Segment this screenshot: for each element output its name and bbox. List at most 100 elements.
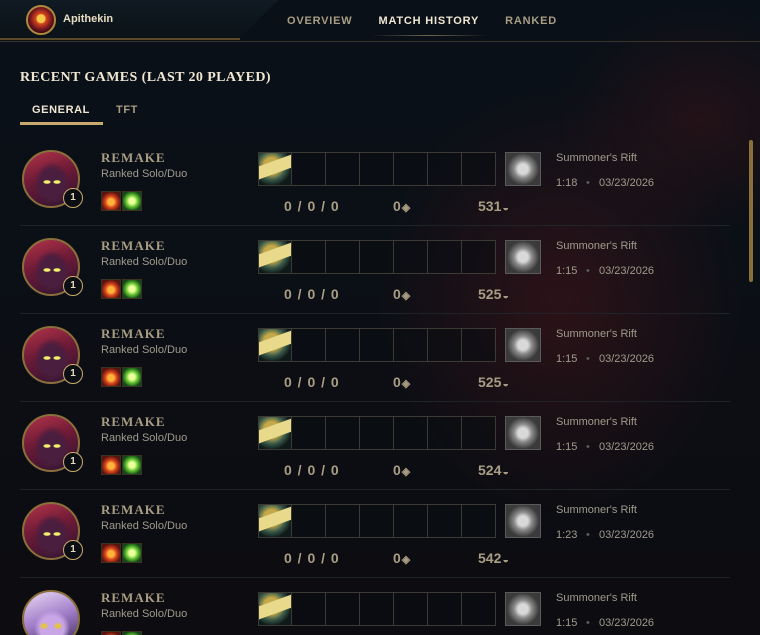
- item-slot[interactable]: [360, 152, 394, 186]
- champion-portrait[interactable]: [22, 590, 80, 635]
- item-slot[interactable]: [326, 240, 360, 274]
- player-icon[interactable]: [26, 5, 56, 35]
- item-slot[interactable]: [428, 152, 462, 186]
- item-slot[interactable]: [326, 328, 360, 362]
- item-slot[interactable]: [360, 328, 394, 362]
- ward-icon[interactable]: [505, 416, 541, 450]
- item-slot[interactable]: [326, 152, 360, 186]
- scrollbar-thumb[interactable]: [749, 140, 753, 282]
- gold-icon: ◒: [502, 554, 510, 566]
- summoner-spells: [101, 455, 142, 475]
- match-row[interactable]: 1 REMAKE Ranked Solo/Duo 0 / 0 / 0 0◈ 52…: [20, 226, 730, 314]
- subtab-tft[interactable]: TFT: [116, 104, 138, 116]
- cs-count: 0◈: [393, 374, 410, 390]
- item-slot[interactable]: [394, 328, 428, 362]
- item-slot[interactable]: [462, 592, 496, 626]
- map-name: Summoner's Rift: [556, 416, 637, 428]
- cs-value: 0: [393, 374, 401, 390]
- flash-icon[interactable]: [122, 455, 142, 475]
- profile-nav: OVERVIEW MATCH HISTORY RANKED: [287, 15, 583, 36]
- match-duration: 1:23: [556, 529, 578, 541]
- match-row[interactable]: REMAKE Ranked Solo/Duo Summoner's Rift 1…: [20, 578, 730, 635]
- flash-icon[interactable]: [122, 279, 142, 299]
- ward-icon[interactable]: [505, 504, 541, 538]
- queue-type: Ranked Solo/Duo: [101, 520, 188, 532]
- match-row[interactable]: 1 REMAKE Ranked Solo/Duo 0 / 0 / 0 0◈ 52…: [20, 314, 730, 402]
- summoner-spells: [101, 367, 142, 387]
- ignite-icon[interactable]: [101, 367, 121, 387]
- item-slot[interactable]: [292, 592, 326, 626]
- queue-type: Ranked Solo/Duo: [101, 256, 188, 268]
- map-name: Summoner's Rift: [556, 152, 637, 164]
- support-item-icon[interactable]: [258, 328, 292, 362]
- flash-icon[interactable]: [122, 543, 142, 563]
- kda-text: 0 / 0 / 0: [284, 550, 340, 566]
- match-row[interactable]: 1 REMAKE Ranked Solo/Duo 0 / 0 / 0 0◈ 52…: [20, 402, 730, 490]
- support-item-icon[interactable]: [258, 240, 292, 274]
- item-slot[interactable]: [428, 592, 462, 626]
- player-name[interactable]: Apithekin: [63, 13, 113, 25]
- match-row[interactable]: 1 REMAKE Ranked Solo/Duo 0 / 0 / 0 0◈ 54…: [20, 490, 730, 578]
- item-slots: [258, 416, 496, 450]
- ignite-icon[interactable]: [101, 543, 121, 563]
- tab-ranked[interactable]: RANKED: [505, 15, 557, 33]
- support-item-icon[interactable]: [258, 592, 292, 626]
- item-slot[interactable]: [462, 240, 496, 274]
- summoner-spells: [101, 191, 142, 211]
- cs-value: 0: [393, 286, 401, 302]
- item-slot[interactable]: [360, 416, 394, 450]
- item-slot[interactable]: [360, 240, 394, 274]
- ignite-icon[interactable]: [101, 191, 121, 211]
- ward-icon[interactable]: [505, 152, 541, 186]
- item-slot[interactable]: [462, 504, 496, 538]
- item-slots: [258, 592, 496, 626]
- flash-icon[interactable]: [122, 631, 142, 635]
- item-slot[interactable]: [428, 416, 462, 450]
- item-slot[interactable]: [292, 416, 326, 450]
- match-date: 03/23/2026: [599, 441, 655, 453]
- gold-count: 525◒: [478, 374, 509, 390]
- item-slot[interactable]: [462, 416, 496, 450]
- ignite-icon[interactable]: [101, 455, 121, 475]
- item-slot[interactable]: [360, 592, 394, 626]
- item-slot[interactable]: [428, 240, 462, 274]
- match-row[interactable]: 1 REMAKE Ranked Solo/Duo 0 / 0 / 0 0◈ 53…: [20, 138, 730, 226]
- flash-icon[interactable]: [122, 191, 142, 211]
- item-slot[interactable]: [292, 152, 326, 186]
- item-slot[interactable]: [326, 416, 360, 450]
- ignite-icon[interactable]: [101, 631, 121, 635]
- champion-level-badge: 1: [63, 540, 83, 560]
- item-slot[interactable]: [292, 240, 326, 274]
- cs-count: 0◈: [393, 462, 410, 478]
- item-slot[interactable]: [394, 152, 428, 186]
- map-name: Summoner's Rift: [556, 504, 637, 516]
- item-slot[interactable]: [394, 592, 428, 626]
- ignite-icon[interactable]: [101, 279, 121, 299]
- support-item-icon[interactable]: [258, 504, 292, 538]
- item-slot[interactable]: [462, 328, 496, 362]
- champion-level-badge: 1: [63, 276, 83, 296]
- tab-match-history[interactable]: MATCH HISTORY: [370, 15, 487, 36]
- support-item-icon[interactable]: [258, 416, 292, 450]
- item-slot[interactable]: [394, 240, 428, 274]
- item-slot[interactable]: [360, 504, 394, 538]
- item-slot[interactable]: [394, 416, 428, 450]
- item-slot[interactable]: [428, 328, 462, 362]
- item-slot[interactable]: [326, 592, 360, 626]
- support-item-icon[interactable]: [258, 152, 292, 186]
- item-slot[interactable]: [292, 504, 326, 538]
- ward-icon[interactable]: [505, 328, 541, 362]
- subtab-general[interactable]: GENERAL: [32, 104, 90, 116]
- gold-value: 524: [478, 462, 502, 478]
- item-slot[interactable]: [292, 328, 326, 362]
- item-slot[interactable]: [326, 504, 360, 538]
- ward-icon[interactable]: [505, 592, 541, 626]
- flash-icon[interactable]: [122, 367, 142, 387]
- item-slot[interactable]: [462, 152, 496, 186]
- item-slot[interactable]: [428, 504, 462, 538]
- gold-icon: ◒: [502, 290, 510, 302]
- tab-overview[interactable]: OVERVIEW: [287, 15, 353, 33]
- ward-icon[interactable]: [505, 240, 541, 274]
- item-slot[interactable]: [394, 504, 428, 538]
- gold-icon: ◒: [502, 466, 510, 478]
